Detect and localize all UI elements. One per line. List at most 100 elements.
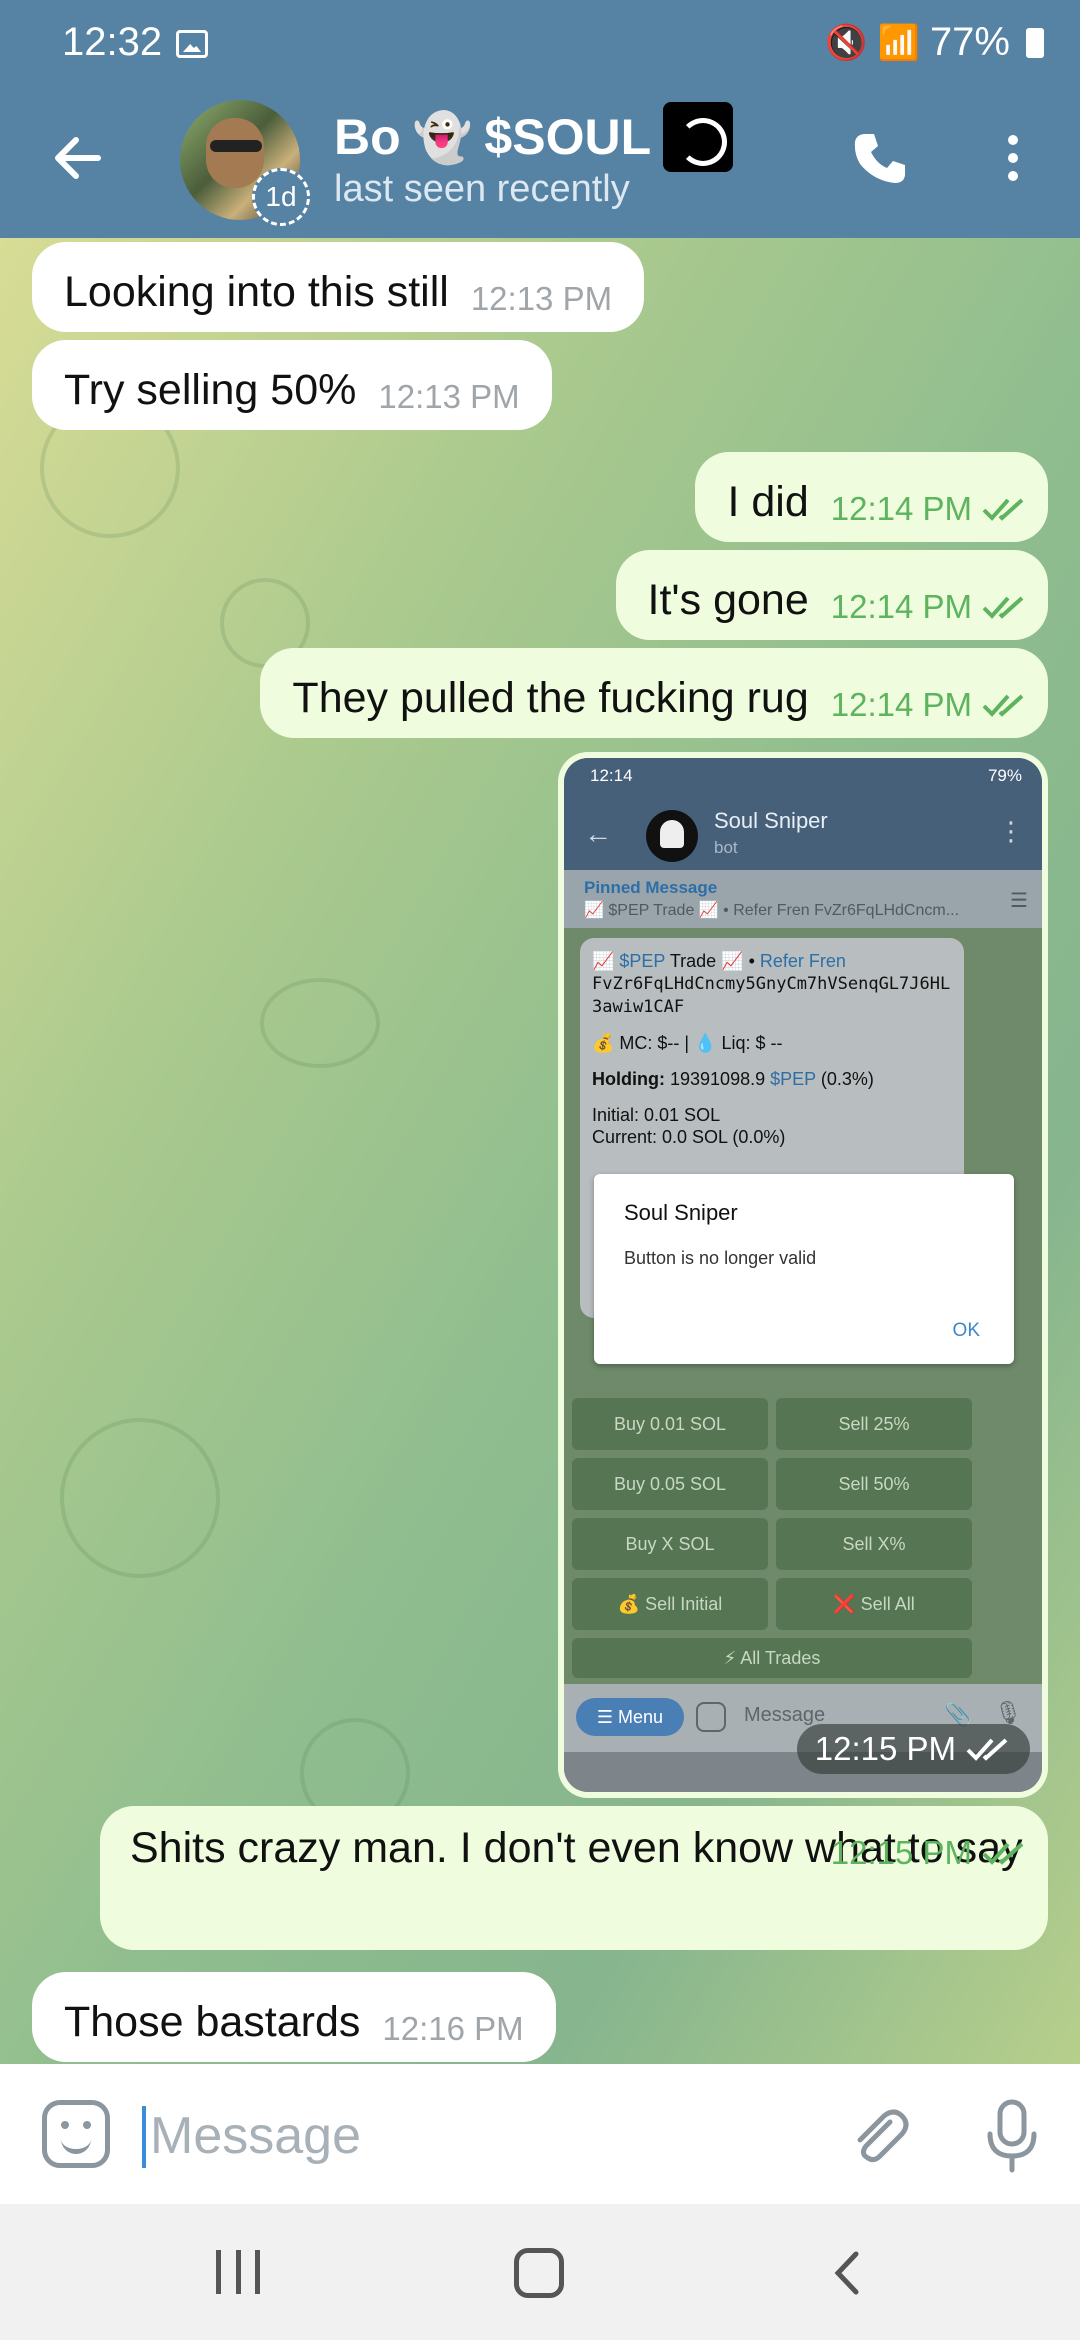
- message-time: 12:16 PM: [382, 2010, 524, 2047]
- last-seen-status: last seen recently: [334, 168, 630, 210]
- message-time: 12:14 PM: [830, 588, 972, 625]
- back-arrow-icon[interactable]: [48, 128, 108, 188]
- battery-percent: 77%: [929, 20, 1010, 64]
- read-double-check-icon: [982, 1842, 1024, 1865]
- nav-back-icon[interactable]: [826, 2250, 872, 2296]
- story-badge[interactable]: 1d: [252, 168, 310, 226]
- ghost-emoji: 👻: [412, 111, 473, 165]
- shot-back-icon: ←: [584, 818, 612, 849]
- shot-input-placeholder: Message: [744, 1704, 826, 1726]
- gallery-notification-icon: [176, 30, 208, 58]
- shot-more-icon: ⋮: [998, 816, 1024, 846]
- incoming-message[interactable]: Looking into this still 12:13 PM: [32, 242, 645, 332]
- shot-pinned-message: Pinned Message 📈 $PEP Trade 📈 • Refer Fr…: [564, 870, 1042, 928]
- battery-icon: [1026, 27, 1044, 58]
- message-time: 12:13 PM: [378, 378, 520, 415]
- outgoing-message[interactable]: I did 12:14 PM: [695, 452, 1048, 542]
- shot-mic-icon: 🎙: [994, 1700, 1022, 1725]
- status-bar: 12:32 🔇 📶 77%: [0, 0, 1080, 90]
- message-time: 12:14 PM: [830, 686, 972, 723]
- message-composer: [0, 2064, 1080, 2204]
- shot-trade-label: Trade 📈 •: [669, 951, 755, 971]
- shot-sell-50-button: Sell 50%: [776, 1458, 972, 1510]
- read-double-check-icon: [982, 694, 1024, 717]
- incoming-message[interactable]: Try selling 50% 12:13 PM: [32, 340, 552, 430]
- sticker-emoji-icon[interactable]: [42, 2100, 110, 2168]
- shot-bot-avatar: [646, 810, 698, 862]
- shot-holding-token: $PEP: [770, 1069, 816, 1089]
- read-double-check-icon: [982, 498, 1024, 521]
- shot-initial: Initial: 0.01 SOL: [592, 1105, 721, 1125]
- screenshot-image-message[interactable]: 12:14 79% ← Soul Sniper bot ⋮ Pinned Mes…: [558, 752, 1048, 1798]
- message-time: 12:13 PM: [470, 280, 613, 317]
- status-time: 12:32: [62, 20, 163, 64]
- shot-buy-x-button: Buy X SOL: [572, 1518, 768, 1570]
- message-text: I did: [727, 478, 809, 526]
- shot-sell-all-button: ❌ Sell All: [776, 1578, 972, 1630]
- image-time-badge: 12:15 PM: [796, 1724, 1030, 1774]
- shot-dialog-ok: OK: [952, 1320, 980, 1341]
- outgoing-message[interactable]: They pulled the fucking rug 12:14 PM: [260, 648, 1048, 738]
- mute-icon: 🔇: [825, 23, 868, 62]
- shot-buy-001-button: Buy 0.01 SOL: [572, 1398, 768, 1450]
- message-time: 12:15 PM: [814, 1730, 956, 1767]
- shot-current: Current: 0.0 SOL (0.0%): [592, 1127, 786, 1147]
- chat-messages[interactable]: Looking into this still 12:13 PM Try sel…: [0, 238, 1080, 2064]
- shot-buy-005-button: Buy 0.05 SOL: [572, 1458, 768, 1510]
- shot-battery: 79%: [987, 766, 1022, 785]
- message-text: They pulled the fucking rug: [292, 674, 809, 722]
- incoming-message[interactable]: Those bastards 12:16 PM: [32, 1972, 556, 2062]
- shot-pinned-label: Pinned Message: [584, 878, 718, 897]
- shot-sell-x-button: Sell X%: [776, 1518, 972, 1570]
- message-text: Looking into this still: [64, 268, 449, 316]
- shot-pinned-text: 📈 $PEP Trade 📈 • Refer Fren FvZr6FqLHdCn…: [584, 902, 960, 919]
- shot-menu-button: ☰ Menu: [576, 1698, 684, 1736]
- shot-dialog-body: Button is no longer valid: [624, 1248, 817, 1268]
- shot-holding-label: Holding:: [592, 1069, 665, 1089]
- system-nav-bar: [0, 2204, 1080, 2340]
- shot-address: FvZr6FqLHdCncmy5GnyCm7hVSenqGL7J6HL3awiw…: [592, 974, 951, 1017]
- status-icons: 🔇 📶 77%: [825, 20, 1044, 65]
- shot-alert-dialog: Soul Sniper Button is no longer valid OK: [594, 1174, 1014, 1364]
- chat-title[interactable]: Bo 👻 $SOUL: [334, 102, 734, 172]
- shared-screenshot: 12:14 79% ← Soul Sniper bot ⋮ Pinned Mes…: [564, 758, 1042, 1792]
- message-input[interactable]: [150, 2098, 750, 2174]
- shot-bot-name: Soul Sniper: [714, 808, 828, 833]
- chat-header: 12:32 🔇 📶 77% 1d Bo 👻 $SOUL last seen re…: [0, 0, 1080, 238]
- recent-apps-icon[interactable]: [216, 2250, 260, 2294]
- shot-pin-list-icon: ☰: [1010, 890, 1028, 912]
- phone-icon[interactable]: [850, 128, 910, 188]
- shot-sell-initial-button: 💰 Sell Initial: [572, 1578, 768, 1630]
- shot-bot-header: ← Soul Sniper bot ⋮: [564, 798, 1042, 870]
- message-time: 12:15 PM: [830, 1834, 972, 1871]
- shot-dialog-title: Soul Sniper: [624, 1200, 738, 1225]
- contact-name-suffix: $SOUL: [484, 109, 652, 165]
- message-time: 12:14 PM: [830, 490, 972, 527]
- wifi-icon: 📶: [877, 23, 920, 62]
- soul-logo-icon: [663, 102, 734, 172]
- background-doodle: [60, 1418, 220, 1578]
- shot-holding-pct: (0.3%): [820, 1069, 874, 1089]
- read-double-check-icon: [966, 1738, 1008, 1761]
- outgoing-message[interactable]: It's gone 12:14 PM: [615, 550, 1048, 640]
- shot-refer-link: Refer Fren: [759, 951, 846, 971]
- more-options-icon[interactable]: [998, 128, 1028, 188]
- background-doodle: [260, 978, 380, 1068]
- shot-mc-line: 💰 MC: $-- | 💧 Liq: $ --: [592, 1033, 783, 1053]
- microphone-icon[interactable]: [984, 2098, 1040, 2174]
- contact-name: Bo: [334, 109, 401, 165]
- outgoing-message[interactable]: Shits crazy man. I don't even know what …: [100, 1806, 1048, 1950]
- shot-all-trades-button: ⚡ All Trades: [572, 1638, 972, 1678]
- shot-bot-sub: bot: [714, 838, 738, 857]
- shot-sell-25-button: Sell 25%: [776, 1398, 972, 1450]
- attach-icon[interactable]: [846, 2104, 912, 2170]
- shot-trade-token: 📈 $PEP: [592, 951, 666, 971]
- message-text: Those bastards: [64, 1998, 361, 2046]
- text-cursor: [142, 2106, 146, 2168]
- message-text: Try selling 50%: [64, 366, 357, 414]
- read-double-check-icon: [982, 596, 1024, 619]
- shot-status-time: 12:14: [590, 766, 633, 785]
- shot-emoji-icon: [696, 1702, 726, 1732]
- home-icon[interactable]: [514, 2248, 564, 2298]
- shot-holding-value: 19391098.9: [670, 1069, 766, 1089]
